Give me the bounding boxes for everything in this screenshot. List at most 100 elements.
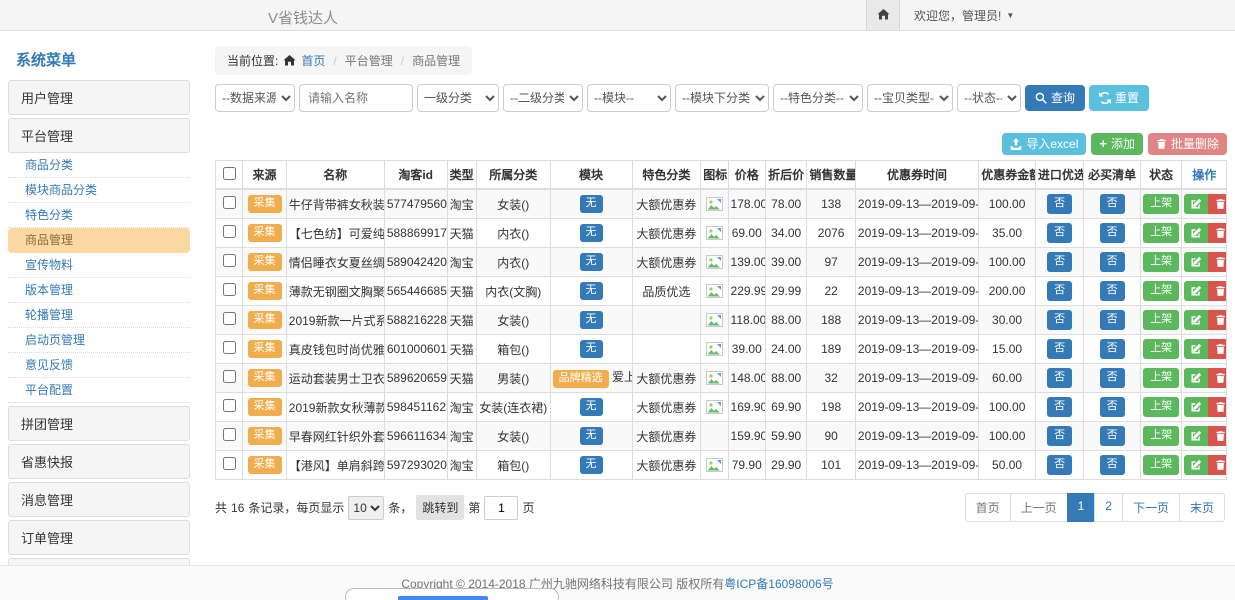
page-number-input[interactable] bbox=[484, 496, 518, 520]
sidebar-item-sub[interactable]: 商品分类 bbox=[8, 153, 190, 178]
status-button[interactable]: 上架 bbox=[1143, 281, 1179, 300]
row-checkbox[interactable] bbox=[223, 196, 236, 209]
delete-button[interactable] bbox=[1208, 397, 1226, 417]
must-buy-toggle[interactable]: 否 bbox=[1100, 455, 1125, 474]
per-page-select[interactable]: 10 bbox=[348, 496, 384, 520]
edit-button[interactable] bbox=[1184, 339, 1208, 359]
must-buy-toggle[interactable]: 否 bbox=[1100, 368, 1125, 387]
status-button[interactable]: 上架 bbox=[1143, 339, 1179, 358]
edit-button[interactable] bbox=[1184, 310, 1208, 330]
must-buy-toggle[interactable]: 否 bbox=[1100, 310, 1125, 329]
caret-down-icon[interactable]: ▼ bbox=[1006, 11, 1014, 20]
home-button[interactable] bbox=[866, 0, 900, 30]
status-button[interactable]: 上架 bbox=[1143, 455, 1179, 474]
delete-button[interactable] bbox=[1208, 455, 1226, 475]
sidebar-item-sub[interactable]: 版本管理 bbox=[8, 278, 190, 303]
row-checkbox[interactable] bbox=[223, 312, 236, 325]
imported-toggle[interactable]: 否 bbox=[1047, 223, 1072, 242]
edit-button[interactable] bbox=[1184, 455, 1208, 475]
delete-button[interactable] bbox=[1208, 252, 1226, 272]
name-search-input[interactable] bbox=[299, 84, 413, 112]
select-all-checkbox[interactable] bbox=[223, 167, 236, 180]
breadcrumb-home-link[interactable]: 首页 bbox=[301, 52, 325, 69]
pager-item[interactable]: 末页 bbox=[1179, 493, 1225, 522]
filter-select-5[interactable]: --宝贝类型-- bbox=[867, 84, 953, 112]
row-checkbox[interactable] bbox=[223, 254, 236, 267]
filter-select-0[interactable]: 一级分类 bbox=[417, 84, 499, 112]
delete-button[interactable] bbox=[1208, 368, 1226, 388]
status-button[interactable]: 上架 bbox=[1143, 194, 1179, 213]
must-buy-toggle[interactable]: 否 bbox=[1100, 252, 1125, 271]
edit-button[interactable] bbox=[1184, 426, 1208, 446]
imported-toggle[interactable]: 否 bbox=[1047, 397, 1072, 416]
edit-button[interactable] bbox=[1184, 397, 1208, 417]
imported-toggle[interactable]: 否 bbox=[1047, 281, 1072, 300]
sidebar-item-group[interactable]: 平台管理 bbox=[8, 118, 190, 153]
import-excel-button[interactable]: 导入excel bbox=[1002, 133, 1086, 155]
bulk-delete-button[interactable]: 批量删除 bbox=[1148, 133, 1227, 155]
status-button[interactable]: 上架 bbox=[1143, 252, 1179, 271]
icp-link[interactable]: 粤ICP备16098006号 bbox=[724, 575, 833, 592]
imported-toggle[interactable]: 否 bbox=[1047, 426, 1072, 445]
sidebar-item-group[interactable]: 拼团管理 bbox=[8, 406, 190, 441]
status-button[interactable]: 上架 bbox=[1143, 426, 1179, 445]
sidebar-item-sub[interactable]: 平台配置 bbox=[8, 378, 190, 403]
delete-button[interactable] bbox=[1208, 223, 1226, 243]
sidebar-item-sub[interactable]: 轮播管理 bbox=[8, 303, 190, 328]
must-buy-toggle[interactable]: 否 bbox=[1100, 426, 1125, 445]
must-buy-toggle[interactable]: 否 bbox=[1100, 194, 1125, 213]
pager-item[interactable]: 上一页 bbox=[1010, 493, 1068, 522]
row-checkbox[interactable] bbox=[223, 370, 236, 383]
add-button[interactable]: +添加 bbox=[1091, 133, 1143, 155]
pager-item[interactable]: 2 bbox=[1094, 493, 1123, 522]
sidebar-item-group[interactable]: 用户管理 bbox=[8, 80, 190, 115]
reset-button[interactable]: 重置 bbox=[1089, 85, 1149, 111]
status-button[interactable]: 上架 bbox=[1143, 397, 1179, 416]
sidebar-item-sub[interactable]: 启动页管理 bbox=[8, 328, 190, 353]
imported-toggle[interactable]: 否 bbox=[1047, 310, 1072, 329]
status-button[interactable]: 上架 bbox=[1143, 310, 1179, 329]
row-checkbox[interactable] bbox=[223, 428, 236, 441]
must-buy-toggle[interactable]: 否 bbox=[1100, 281, 1125, 300]
query-button[interactable]: 查询 bbox=[1025, 85, 1085, 111]
delete-button[interactable] bbox=[1208, 426, 1226, 446]
sidebar-item-sub[interactable]: 宣传物料 bbox=[8, 253, 190, 278]
imported-toggle[interactable]: 否 bbox=[1047, 368, 1072, 387]
imported-toggle[interactable]: 否 bbox=[1047, 194, 1072, 213]
edit-button[interactable] bbox=[1184, 368, 1208, 388]
edit-button[interactable] bbox=[1184, 194, 1208, 214]
filter-select-1[interactable]: --二级分类-- bbox=[503, 84, 583, 112]
sidebar-item-sub[interactable]: 意见反馈 bbox=[8, 353, 190, 378]
pager-item[interactable]: 下一页 bbox=[1122, 493, 1180, 522]
delete-button[interactable] bbox=[1208, 194, 1226, 214]
imported-toggle[interactable]: 否 bbox=[1047, 252, 1072, 271]
sidebar-item-sub[interactable]: 特色分类 bbox=[8, 203, 190, 228]
filter-select-6[interactable]: --状态-- bbox=[957, 84, 1021, 112]
filter-select-2[interactable]: --模块-- bbox=[587, 84, 671, 112]
welcome-text[interactable]: 欢迎您，管理员! bbox=[914, 7, 1001, 24]
imported-toggle[interactable]: 否 bbox=[1047, 339, 1072, 358]
status-button[interactable]: 上架 bbox=[1143, 223, 1179, 242]
filter-select-3[interactable]: --模块下分类-- bbox=[675, 84, 769, 112]
pager-item[interactable]: 1 bbox=[1067, 493, 1096, 522]
sidebar-item-group[interactable]: 消息管理 bbox=[8, 482, 190, 517]
row-checkbox[interactable] bbox=[223, 225, 236, 238]
sidebar-item-group[interactable]: 省惠快报 bbox=[8, 444, 190, 479]
delete-button[interactable] bbox=[1208, 281, 1226, 301]
must-buy-toggle[interactable]: 否 bbox=[1100, 223, 1125, 242]
delete-button[interactable] bbox=[1208, 310, 1226, 330]
sidebar-item-group[interactable]: 订单管理 bbox=[8, 520, 190, 555]
status-button[interactable]: 上架 bbox=[1143, 368, 1179, 387]
edit-button[interactable] bbox=[1184, 252, 1208, 272]
row-checkbox[interactable] bbox=[223, 399, 236, 412]
imported-toggle[interactable]: 否 bbox=[1047, 455, 1072, 474]
delete-button[interactable] bbox=[1208, 339, 1226, 359]
row-checkbox[interactable] bbox=[223, 283, 236, 296]
edit-button[interactable] bbox=[1184, 281, 1208, 301]
edit-button[interactable] bbox=[1184, 223, 1208, 243]
must-buy-toggle[interactable]: 否 bbox=[1100, 397, 1125, 416]
jump-button[interactable]: 跳转到 bbox=[416, 495, 464, 520]
must-buy-toggle[interactable]: 否 bbox=[1100, 339, 1125, 358]
sidebar-item-sub[interactable]: 商品管理 bbox=[8, 228, 190, 253]
sidebar-item-sub[interactable]: 模块商品分类 bbox=[8, 178, 190, 203]
